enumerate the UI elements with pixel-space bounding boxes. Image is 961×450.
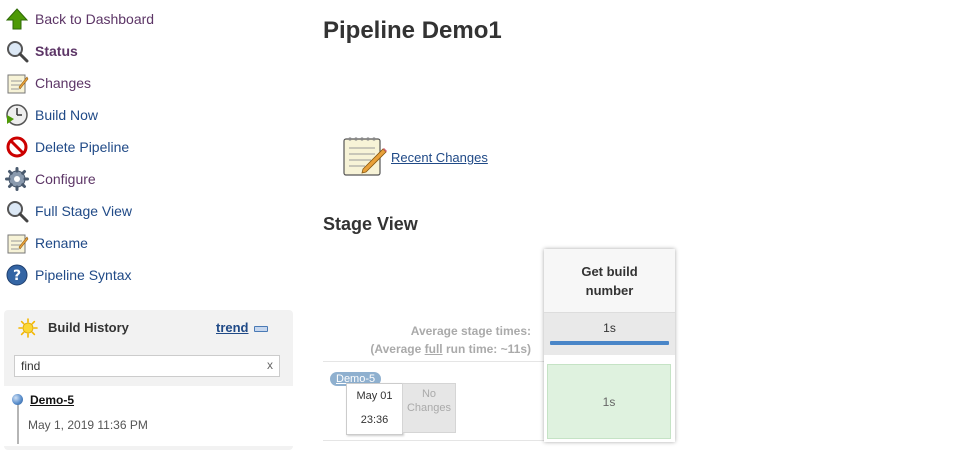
stage-view-title: Stage View (323, 214, 418, 234)
clock-play-icon (6, 104, 28, 126)
avg-label-line1: Average stage times: (410, 324, 531, 338)
help-icon: ? (6, 264, 28, 286)
build-history-panel: Build History trend x Demo-5 May 1, 2019… (4, 310, 293, 450)
sidebar-item-label: Changes (35, 75, 92, 91)
sidebar-item-label: Build Now (35, 107, 99, 123)
magnifier-icon (7, 41, 29, 63)
full-run-time-link[interactable]: full (425, 342, 443, 356)
stage-cell-success[interactable]: 1s (547, 364, 671, 439)
sidebar-item-rename[interactable]: Rename (5, 231, 88, 255)
sidebar-item-label: Full Stage View (35, 203, 133, 219)
svg-text:?: ? (13, 268, 21, 284)
sun-icon (18, 318, 38, 338)
up-arrow-icon (5, 8, 29, 30)
build-status-ball-icon (12, 394, 23, 405)
stage-column: Get build number 1s 1s (544, 249, 675, 442)
stage-header: Get build number (544, 249, 675, 313)
sidebar-item-label: Back to Dashboard (35, 11, 155, 27)
run-date-box: May 01 23:36 (346, 383, 403, 435)
stage-average-time: 1s (603, 321, 616, 335)
run-date: May 01 (356, 390, 393, 402)
sidebar-item-status[interactable]: Status (5, 39, 78, 63)
trend-toggle-icon[interactable] (254, 326, 268, 332)
sidebar-item-back-to-dashboard[interactable]: Back to Dashboard (5, 7, 154, 31)
sidebar-item-changes[interactable]: Changes (5, 71, 91, 95)
build-search-field[interactable]: x (14, 355, 280, 377)
sidebar-item-label: Delete Pipeline (35, 139, 130, 155)
page-title: Pipeline Demo1 (323, 17, 502, 44)
run-changes[interactable]: No Changes (402, 383, 456, 433)
clear-search-button[interactable]: x (267, 358, 273, 372)
avg-label-pre: (Average (370, 342, 425, 356)
avg-label-line2: (Average full run time: ~11s) (330, 340, 531, 358)
magnifier-icon (7, 201, 29, 223)
sidebar-item-label: Rename (35, 235, 88, 251)
avg-label-post: run time: ~11s) (442, 342, 531, 356)
build-search-input[interactable] (21, 358, 261, 374)
notepad-icon[interactable] (341, 133, 387, 179)
build-link[interactable]: Demo-5 (30, 393, 74, 407)
no-entry-icon (6, 136, 28, 158)
notepad-icon (7, 74, 29, 94)
sidebar-item-delete-pipeline[interactable]: Delete Pipeline (5, 135, 129, 159)
stage-average-bar (550, 341, 669, 345)
sidebar-item-configure[interactable]: Configure (5, 167, 96, 191)
sidebar-item-label: Configure (35, 171, 96, 187)
sidebar-item-full-stage-view[interactable]: Full Stage View (5, 199, 132, 223)
recent-changes-link[interactable]: Recent Changes (391, 150, 488, 165)
average-stage-times-label: Average stage times: (Average full run t… (330, 322, 531, 358)
sidebar-item-label: Status (35, 43, 78, 59)
notepad-icon (7, 234, 29, 254)
sidebar-item-label: Pipeline Syntax (35, 267, 132, 283)
sidebar-item-pipeline-syntax[interactable]: ? Pipeline Syntax (5, 263, 132, 287)
build-history-title: Build History (48, 320, 129, 335)
stage-average: 1s (544, 313, 675, 355)
sidebar-item-build-now[interactable]: Build Now (5, 103, 98, 127)
stage-name: Get build number (581, 263, 638, 298)
build-date: May 1, 2019 11:36 PM (28, 418, 148, 432)
gear-icon (5, 167, 29, 191)
run-time: 23:36 (360, 414, 389, 426)
trend-link[interactable]: trend (216, 320, 249, 335)
